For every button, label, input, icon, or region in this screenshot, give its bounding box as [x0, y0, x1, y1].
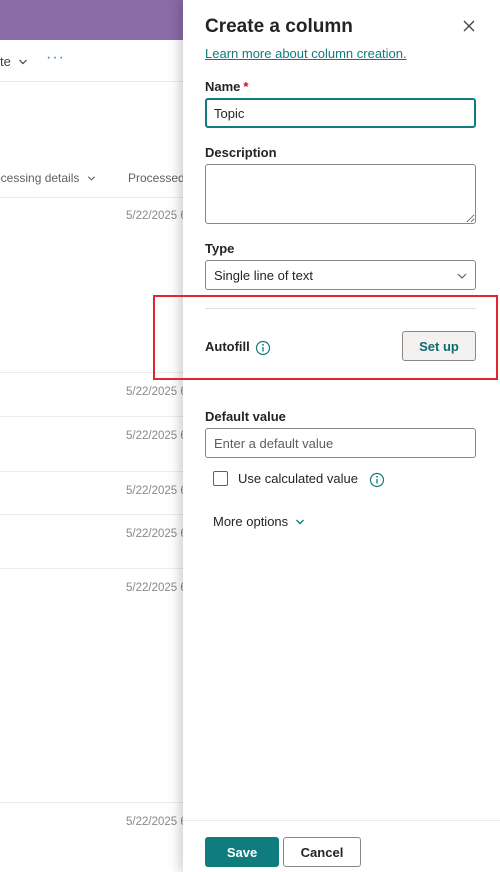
chevron-down-icon[interactable] — [18, 57, 28, 67]
type-label: Type — [205, 241, 235, 256]
learn-more-link[interactable]: Learn more about column creation. — [205, 46, 407, 61]
header-divider — [0, 197, 183, 198]
default-value-input[interactable] — [205, 428, 476, 458]
column-header-label: Processed — [128, 171, 183, 185]
cancel-button[interactable]: Cancel — [283, 837, 361, 867]
more-options-toggle[interactable]: More options — [213, 514, 288, 529]
row-divider — [0, 372, 183, 373]
type-selected-value: Single line of text — [214, 268, 314, 283]
list-content: te ··· ocessing details Processed 5/22/2… — [0, 0, 183, 872]
chevron-down-icon — [457, 273, 467, 279]
info-icon[interactable] — [369, 472, 385, 488]
use-calculated-value-label: Use calculated value — [238, 471, 358, 486]
description-label: Description — [205, 145, 277, 160]
create-column-panel: Create a column Learn more about column … — [183, 0, 500, 872]
close-icon[interactable] — [461, 18, 477, 34]
table-row-date: 5/22/2025 6 — [126, 386, 183, 398]
autofill-setup-button[interactable]: Set up — [402, 331, 476, 361]
use-calculated-value-checkbox[interactable] — [213, 471, 228, 486]
required-marker: * — [243, 79, 249, 94]
autofill-label: Autofill — [205, 339, 250, 354]
name-label: Name * — [205, 79, 248, 94]
table-row-date: 5/22/2025 6 — [126, 528, 183, 540]
chevron-down-icon[interactable] — [295, 517, 305, 527]
row-divider — [0, 802, 183, 803]
column-header-label: ocessing details — [0, 171, 80, 185]
name-input[interactable] — [205, 98, 476, 128]
default-value-label: Default value — [205, 409, 286, 424]
table-row-date: 5/22/2025 6 — [126, 430, 183, 442]
table-row-date: 5/22/2025 6 — [126, 485, 183, 497]
save-button[interactable]: Save — [205, 837, 279, 867]
row-divider — [0, 514, 183, 515]
more-actions-button[interactable]: ··· — [46, 49, 65, 67]
row-divider — [0, 471, 183, 472]
footer-divider — [183, 820, 500, 821]
column-header-processing-details[interactable]: ocessing details — [0, 171, 96, 205]
command-bar-item[interactable]: te — [0, 54, 11, 69]
type-dropdown[interactable]: Single line of text — [205, 260, 476, 290]
command-bar: te ··· — [0, 40, 183, 82]
column-header-processed[interactable]: Processed — [128, 171, 183, 205]
table-row-date: 5/22/2025 6 — [126, 582, 183, 594]
name-label-text: Name — [205, 79, 241, 94]
chevron-down-icon — [87, 176, 95, 181]
row-divider — [0, 568, 183, 569]
row-divider — [0, 416, 183, 417]
description-textarea[interactable] — [205, 164, 476, 224]
table-row-date: 5/22/2025 6 — [126, 210, 183, 222]
info-icon[interactable] — [255, 340, 271, 356]
panel-title: Create a column — [205, 16, 353, 37]
table-row-date: 5/22/2025 6 — [126, 816, 183, 828]
section-divider — [205, 308, 476, 309]
